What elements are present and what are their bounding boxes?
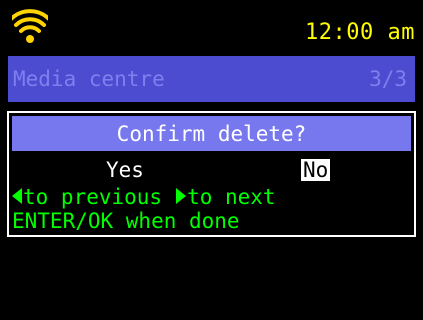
enter-hint: ENTER/OK when done — [12, 209, 240, 233]
previous-hint: to previous — [23, 185, 163, 209]
wifi-icon — [12, 9, 48, 43]
confirm-delete-dialog: Confirm delete? Yes No to previous to nex… — [7, 111, 416, 237]
menu-title: Media centre — [13, 67, 165, 91]
dialog-title: Confirm delete? — [116, 122, 307, 146]
menu-position: 3/3 — [369, 67, 407, 91]
yes-option[interactable]: Yes — [106, 158, 144, 182]
left-arrow-icon — [12, 188, 22, 204]
clock: 12:00 am — [305, 20, 415, 45]
next-hint: to next — [187, 185, 276, 209]
navigation-hint: to previous to next — [12, 185, 276, 209]
menu-header: Media centre 3/3 — [8, 56, 415, 102]
status-bar: 12:00 am — [0, 0, 423, 52]
no-option[interactable]: No — [301, 159, 331, 181]
dialog-header: Confirm delete? — [12, 116, 411, 151]
right-arrow-icon — [176, 188, 187, 204]
